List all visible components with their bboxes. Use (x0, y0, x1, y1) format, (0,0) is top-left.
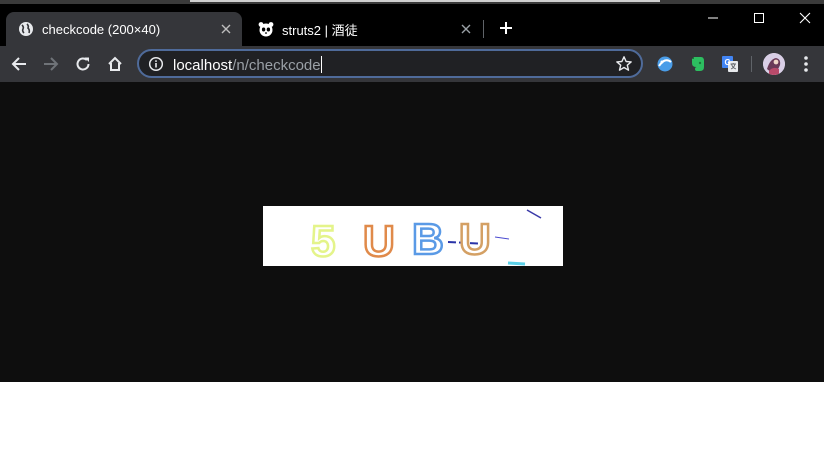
tab-checkcode[interactable]: checkcode (200×40) (6, 12, 242, 46)
minimize-icon (708, 17, 718, 19)
tab-strip: checkcode (200×40) struts2 | 酒徒 (0, 0, 824, 46)
home-button[interactable] (103, 52, 127, 76)
maximize-icon (754, 13, 764, 23)
globe-icon (18, 21, 34, 37)
panda-icon (258, 21, 274, 37)
captcha-char-2: U (363, 217, 395, 266)
captcha-char-3: B (412, 215, 444, 264)
close-tab-icon[interactable] (216, 19, 236, 39)
reload-button[interactable] (71, 52, 95, 76)
noise-line (494, 236, 510, 240)
text-caret (320, 56, 322, 73)
back-button[interactable] (7, 52, 31, 76)
noise-line (507, 261, 526, 266)
tab-struts2[interactable]: struts2 | 酒徒 (246, 12, 482, 46)
maximize-button[interactable] (736, 8, 782, 28)
info-icon[interactable] (148, 56, 164, 72)
plus-icon (500, 22, 512, 34)
page-content: 5 U B U (0, 82, 824, 382)
captcha-char-1: 5 (311, 217, 335, 266)
back-arrow-icon (11, 57, 26, 71)
url-path: /n/checkcode (232, 57, 321, 74)
toolbar-separator (751, 56, 752, 72)
close-icon (799, 12, 811, 24)
captcha-char-4: U (459, 215, 491, 264)
tab-title: struts2 | 酒徒 (282, 22, 358, 38)
minimize-button[interactable] (690, 8, 736, 28)
home-icon (108, 56, 122, 71)
bookmark-star-icon[interactable] (615, 55, 633, 73)
captcha-image: 5 U B U (263, 206, 563, 267)
google-translate-icon[interactable]: G (720, 54, 740, 74)
more-menu-icon[interactable] (798, 54, 814, 74)
close-window-button[interactable] (782, 8, 824, 28)
profile-avatar[interactable] (763, 53, 785, 75)
new-tab-button[interactable] (494, 17, 518, 41)
reload-icon (76, 57, 90, 71)
blue-sphere-icon[interactable] (655, 54, 675, 74)
forward-arrow-icon (44, 57, 59, 71)
tab-title: checkcode (200×40) (42, 21, 161, 37)
browser-window: checkcode (200×40) struts2 | 酒徒 localhos… (0, 0, 824, 382)
url-host: localhost (173, 57, 233, 74)
forward-button[interactable] (39, 52, 63, 76)
tab-divider (483, 20, 484, 38)
evernote-icon[interactable] (688, 54, 708, 74)
background-window-edge (0, 0, 824, 4)
close-tab-icon[interactable] (456, 19, 476, 39)
noise-line (526, 209, 542, 219)
svg-text:G: G (725, 58, 731, 67)
address-bar[interactable]: localhost/n/checkcode (137, 49, 643, 78)
url-text[interactable]: localhost/n/checkcode (173, 56, 322, 74)
toolbar: localhost/n/checkcode G (0, 46, 824, 82)
